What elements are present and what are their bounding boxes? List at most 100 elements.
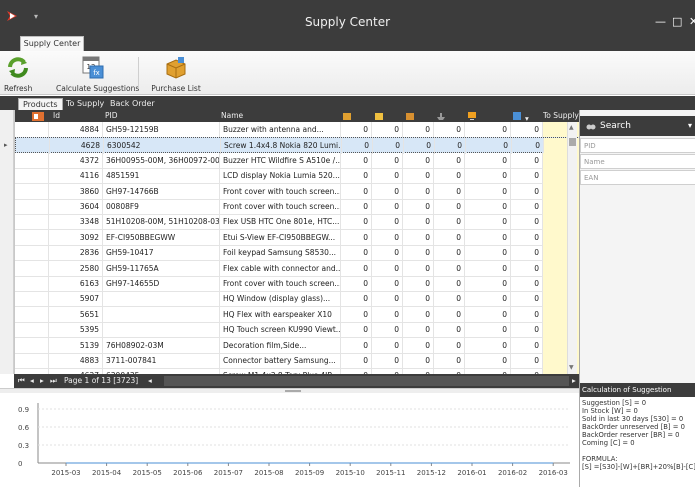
name-search-input[interactable] bbox=[580, 154, 695, 169]
cell-id[interactable]: 5651 bbox=[49, 306, 103, 323]
cell-pid[interactable]: 51H10208-00M, 51H10208-03M bbox=[103, 214, 220, 231]
cell-c4[interactable]: 0 bbox=[434, 152, 465, 169]
cell-c1[interactable]: 0 bbox=[341, 276, 372, 292]
table-row[interactable]: 4116 4851591 LCD display Nokia Lumia 520..… bbox=[15, 168, 580, 185]
cell-id[interactable]: 6163 bbox=[49, 276, 103, 292]
cell-c1[interactable]: 0 bbox=[341, 260, 372, 277]
table-row[interactable]: 4628 6300542 Screw 1.4x4.8 Nokia 820 Lumi.… bbox=[15, 137, 581, 155]
cell-c3[interactable]: 0 bbox=[403, 353, 434, 369]
cell-pid[interactable]: GH97-14766B bbox=[103, 183, 220, 200]
tab-supply-center[interactable]: Supply Center bbox=[20, 36, 84, 51]
table-row[interactable]: 4372 36H00955-00M, 36H00972-00M Buzzer HTC… bbox=[15, 152, 580, 169]
splitter-grip[interactable] bbox=[285, 390, 301, 392]
cell-id[interactable]: 2836 bbox=[49, 245, 103, 262]
col-id-header[interactable]: Id bbox=[53, 110, 93, 122]
cell-pid[interactable]: GH59-10417 bbox=[103, 245, 220, 262]
scroll-up-icon[interactable]: ▲ bbox=[569, 124, 574, 131]
table-row[interactable]: 3092 EF-CI950BBEGWW Etui S-View EF-CI950BB… bbox=[15, 229, 580, 246]
col-pid-header[interactable]: PID bbox=[105, 110, 185, 122]
next-page-icon[interactable]: ▸ bbox=[40, 375, 44, 387]
tab-to-supply[interactable]: To Supply bbox=[62, 98, 108, 110]
cell-c5[interactable]: 0 bbox=[465, 353, 511, 369]
table-row[interactable]: 2836 GH59-10417 Foil keypad Samsung S8530.… bbox=[15, 245, 580, 262]
cell-c1[interactable]: 0 bbox=[341, 229, 372, 246]
cell-pid[interactable]: 3711-007841 bbox=[103, 353, 220, 369]
cell-name[interactable]: Buzzer with antenna and... bbox=[220, 122, 341, 138]
col-coming-header[interactable] bbox=[467, 110, 481, 122]
cell-c4[interactable]: 0 bbox=[434, 306, 465, 323]
cell-id[interactable]: 4883 bbox=[49, 353, 103, 369]
scroll-left-icon[interactable]: ◂ bbox=[148, 375, 152, 387]
cell-c4[interactable]: 0 bbox=[434, 353, 465, 369]
flag-cell[interactable] bbox=[29, 245, 49, 262]
cell-id[interactable]: 5907 bbox=[49, 291, 103, 308]
cell-c4[interactable]: 0 bbox=[434, 276, 465, 292]
col-backorder-header[interactable] bbox=[405, 110, 419, 122]
table-row[interactable]: 2580 GH59-11765A Flex cable with connector… bbox=[15, 260, 580, 277]
maximize-button[interactable]: □ bbox=[672, 15, 682, 28]
tab-back-order[interactable]: Back Order bbox=[106, 98, 159, 110]
flag-cell[interactable] bbox=[29, 183, 49, 200]
calculate-suggestions-button[interactable]: 12 fx Calculate Suggestions bbox=[56, 55, 139, 93]
scroll-down-icon[interactable]: ▼ bbox=[569, 364, 574, 371]
cell-c3[interactable]: 0 bbox=[403, 260, 434, 277]
cell-c1[interactable]: 0 bbox=[341, 214, 372, 231]
flag-cell[interactable] bbox=[29, 229, 49, 246]
cell-name[interactable]: HQ Window (display glass)... bbox=[220, 291, 341, 308]
cell-c3[interactable]: 0 bbox=[403, 152, 434, 169]
cell-id[interactable]: 4372 bbox=[49, 152, 103, 169]
flag-cell[interactable] bbox=[29, 306, 49, 323]
cell-pid[interactable] bbox=[103, 291, 220, 308]
cell-c6[interactable]: 0 bbox=[511, 291, 543, 308]
cell-c4[interactable]: 0 bbox=[434, 291, 465, 308]
cell-c1[interactable]: 0 bbox=[341, 168, 372, 185]
flag-cell[interactable] bbox=[29, 214, 49, 231]
cell-pid[interactable]: GH59-12159B bbox=[103, 122, 220, 138]
cell-name[interactable]: HQ Flex with earspeaker X10 bbox=[220, 306, 341, 323]
cell-id[interactable]: 3604 bbox=[49, 199, 103, 215]
last-page-icon[interactable]: ⏭ bbox=[50, 375, 57, 387]
cell-c2[interactable]: 0 bbox=[372, 214, 403, 231]
col-to-supply-header[interactable]: To Supply bbox=[543, 110, 583, 122]
close-button[interactable]: ✕ bbox=[689, 15, 695, 28]
cell-c4[interactable]: 0 bbox=[434, 260, 465, 277]
flag-cell[interactable] bbox=[29, 199, 49, 215]
cell-c4[interactable]: 0 bbox=[434, 214, 465, 231]
cell-c3[interactable]: 0 bbox=[403, 322, 434, 339]
cell-id[interactable]: 3860 bbox=[49, 183, 103, 200]
cell-c1[interactable]: 0 bbox=[341, 183, 372, 200]
flag-cell[interactable] bbox=[29, 260, 49, 277]
cell-c1[interactable]: 0 bbox=[341, 291, 372, 308]
cell-c3[interactable]: 0 bbox=[403, 291, 434, 308]
flag-cell[interactable] bbox=[29, 291, 49, 308]
minimize-button[interactable]: — bbox=[655, 15, 666, 28]
cell-id[interactable]: 5395 bbox=[49, 322, 103, 339]
cell-pid[interactable]: GH59-11765A bbox=[103, 260, 220, 277]
cell-c6[interactable]: 0 bbox=[511, 322, 543, 339]
cell-c3[interactable]: 0 bbox=[403, 229, 434, 246]
cell-c3[interactable]: 0 bbox=[403, 214, 434, 231]
prev-page-icon[interactable]: ◂ bbox=[30, 375, 34, 387]
flag-cell[interactable] bbox=[29, 168, 49, 185]
cell-c6[interactable]: 0 bbox=[511, 337, 543, 354]
cell-name[interactable]: LCD display Nokia Lumia 520... bbox=[220, 168, 341, 185]
cell-c5[interactable]: 0 bbox=[465, 168, 511, 185]
table-row[interactable]: 4883 3711-007841 Connector battery Samsung… bbox=[15, 353, 580, 369]
cell-pid[interactable]: 00808F9 bbox=[103, 199, 220, 215]
cell-c6[interactable]: 0 bbox=[511, 183, 543, 200]
cell-c5[interactable]: 0 bbox=[465, 214, 511, 231]
cell-id[interactable]: 3348 bbox=[49, 214, 103, 231]
cell-pid[interactable] bbox=[103, 306, 220, 323]
cell-c1[interactable]: 0 bbox=[341, 152, 372, 169]
table-row[interactable]: 3860 GH97-14766B Front cover with touch sc… bbox=[15, 183, 580, 200]
cell-pid[interactable]: GH97-14655D bbox=[103, 276, 220, 292]
cell-c1[interactable]: 0 bbox=[341, 245, 372, 262]
cell-c2[interactable]: 0 bbox=[372, 276, 403, 292]
cell-name[interactable]: Decoration film,Side... bbox=[220, 337, 341, 354]
ean-search-input[interactable] bbox=[580, 170, 695, 185]
cell-name[interactable]: Front cover with touch screen... bbox=[220, 276, 341, 292]
table-row[interactable]: 6163 GH97-14655D Front cover with touch sc… bbox=[15, 276, 580, 292]
cell-c2[interactable]: 0 bbox=[372, 245, 403, 262]
col-calc-header[interactable]: ▾ bbox=[512, 110, 538, 122]
cell-name[interactable]: Buzzer HTC Wildfire S A510e /... bbox=[220, 152, 341, 169]
